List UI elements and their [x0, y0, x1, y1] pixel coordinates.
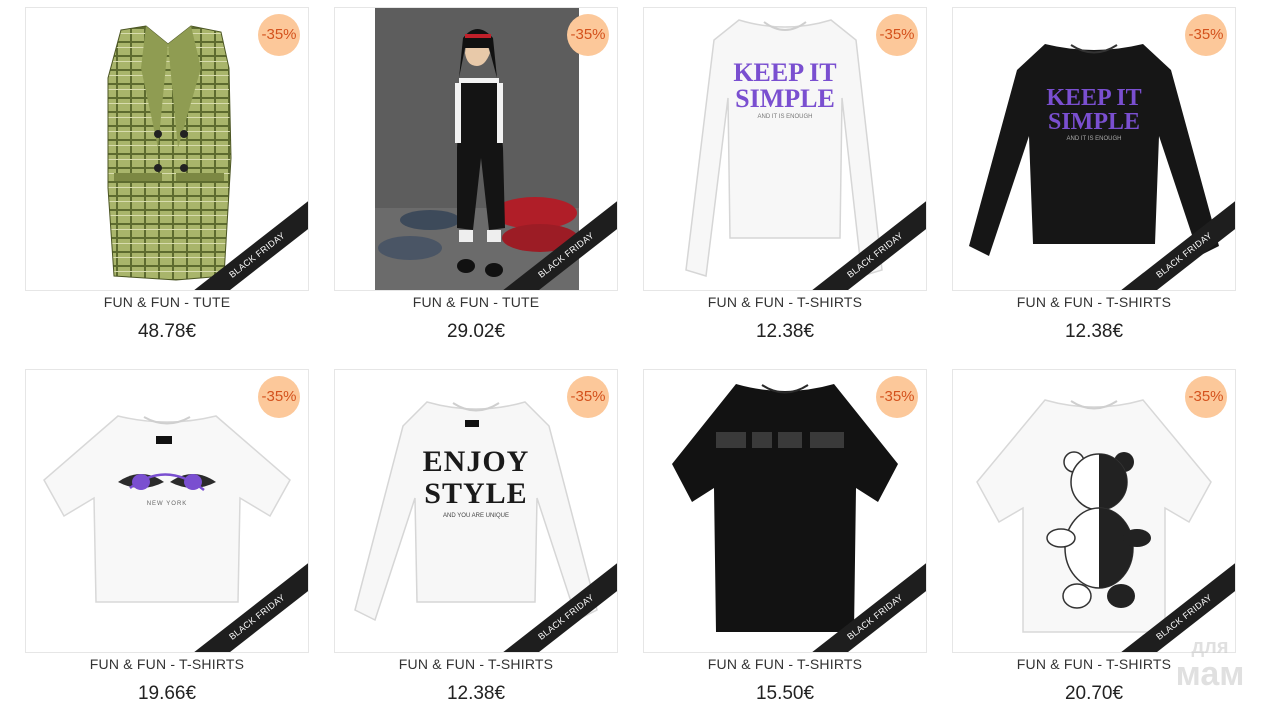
print-line-1: KEEP IT	[733, 58, 837, 87]
site-watermark-logo: для мам	[1160, 637, 1260, 693]
product-image[interactable]: -35% BLACK FRIDAY	[334, 7, 618, 291]
product-image[interactable]: ENJOY STYLE AND YOU ARE UNIQUE -35% BLAC…	[334, 369, 618, 653]
print-line-2: STYLE	[424, 477, 528, 510]
product-name[interactable]: FUN & FUN - T-SHIRTS	[334, 656, 618, 672]
discount-badge: -35%	[1185, 376, 1227, 418]
product-image[interactable]: -35% BLACK FRIDAY	[952, 369, 1236, 653]
print-line-2: SIMPLE	[735, 84, 835, 113]
product-name[interactable]: FUN & FUN - T-SHIRTS	[643, 294, 927, 310]
product-name[interactable]: FUN & FUN - T-SHIRTS	[643, 656, 927, 672]
watermark-line-2: мам	[1175, 655, 1245, 693]
product-image[interactable]: -35% BLACK FRIDAY	[25, 7, 309, 291]
product-name[interactable]: FUN & FUN - TUTE	[25, 294, 309, 310]
discount-badge: -35%	[258, 376, 300, 418]
print-line-1: ENJOY	[422, 445, 530, 478]
product-price: 29.02€	[446, 321, 506, 342]
product-name[interactable]: FUN & FUN - T-SHIRTS	[25, 656, 309, 672]
discount-badge: -35%	[258, 14, 300, 56]
product-price: 48.78€	[137, 321, 197, 342]
product-price: 12.38€	[1064, 321, 1124, 342]
watermark-line-1: для	[1191, 636, 1229, 658]
product-price: 12.38€	[446, 683, 506, 704]
product-price: 15.50€	[755, 683, 815, 704]
print-small: AND IT IS ENOUGH	[757, 114, 813, 120]
discount-badge: -35%	[567, 376, 609, 418]
print-line-2: SIMPLE	[1047, 109, 1140, 135]
product-price: 12.38€	[755, 321, 815, 342]
discount-badge: -35%	[567, 14, 609, 56]
product-name[interactable]: FUN & FUN - T-SHIRTS	[952, 294, 1236, 310]
product-image[interactable]: NEW YORK -35% BLACK FRIDAY	[25, 369, 309, 653]
print-small: AND IT IS ENOUGH	[1066, 136, 1122, 142]
product-price: 19.66€	[137, 683, 197, 704]
print-line-1: KEEP IT	[1046, 85, 1142, 111]
discount-badge: -35%	[876, 14, 918, 56]
discount-badge: -35%	[1185, 14, 1227, 56]
product-name[interactable]: FUN & FUN - TUTE	[334, 294, 618, 310]
product-image[interactable]: KEEP IT SIMPLE AND IT IS ENOUGH -35% BLA…	[952, 7, 1236, 291]
print-small: AND YOU ARE UNIQUE	[443, 513, 509, 519]
discount-badge: -35%	[876, 376, 918, 418]
product-image[interactable]: KEEP IT SIMPLE AND IT IS ENOUGH -35% BLA…	[643, 7, 927, 291]
product-image[interactable]: -35% BLACK FRIDAY	[643, 369, 927, 653]
print-small: NEW YORK	[146, 501, 188, 507]
